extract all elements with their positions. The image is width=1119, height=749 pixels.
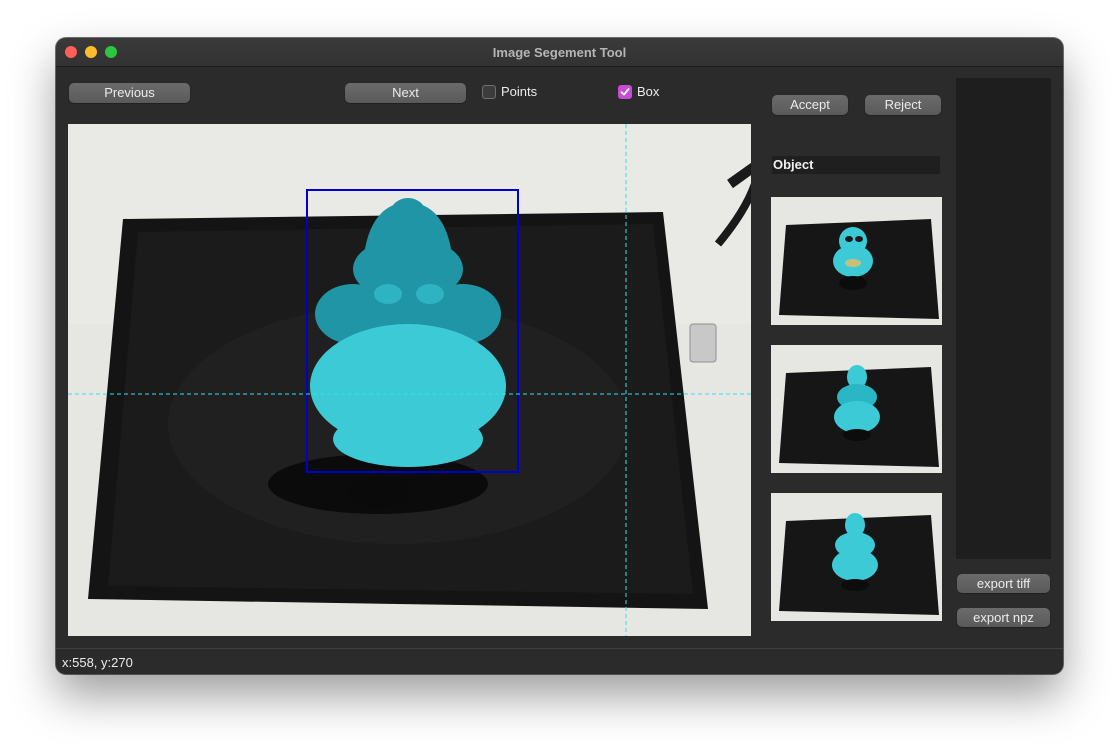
box-checkbox-label: Box bbox=[637, 84, 660, 99]
box-checkbox[interactable]: Box bbox=[618, 84, 659, 99]
next-button[interactable]: Next bbox=[345, 83, 466, 103]
thumbnail-image-1 bbox=[771, 197, 942, 325]
export-npz-button[interactable]: export npz bbox=[957, 608, 1050, 627]
checkmark-icon bbox=[620, 87, 630, 95]
points-checkbox[interactable]: Points bbox=[482, 84, 537, 99]
cursor-coordinates: x:558, y:270 bbox=[62, 655, 133, 670]
points-checkbox-box[interactable] bbox=[482, 84, 496, 99]
export-tiff-button[interactable]: export tiff bbox=[957, 574, 1050, 593]
thumbnail-image-3 bbox=[771, 493, 942, 621]
previous-button[interactable]: Previous bbox=[69, 83, 190, 103]
status-bar: x:558, y:270 bbox=[56, 648, 1063, 674]
segmentation-image bbox=[68, 124, 751, 636]
image-canvas[interactable] bbox=[68, 124, 751, 636]
object-label: Object bbox=[772, 156, 940, 174]
title-bar: Image Segement Tool bbox=[56, 38, 1063, 67]
app-window: Image Segement Tool Previous Next Points… bbox=[56, 38, 1063, 674]
thumbnail-image-2 bbox=[771, 345, 942, 473]
preview-panel bbox=[956, 78, 1051, 559]
accept-button[interactable]: Accept bbox=[772, 95, 848, 115]
object-thumbnail-3[interactable] bbox=[771, 493, 942, 621]
object-thumbnail-1[interactable] bbox=[771, 197, 942, 325]
reject-button[interactable]: Reject bbox=[865, 95, 941, 115]
box-checkbox-box[interactable] bbox=[618, 84, 632, 99]
object-thumbnail-2[interactable] bbox=[771, 345, 942, 473]
window-title: Image Segement Tool bbox=[492, 45, 627, 60]
points-checkbox-label: Points bbox=[501, 84, 538, 99]
